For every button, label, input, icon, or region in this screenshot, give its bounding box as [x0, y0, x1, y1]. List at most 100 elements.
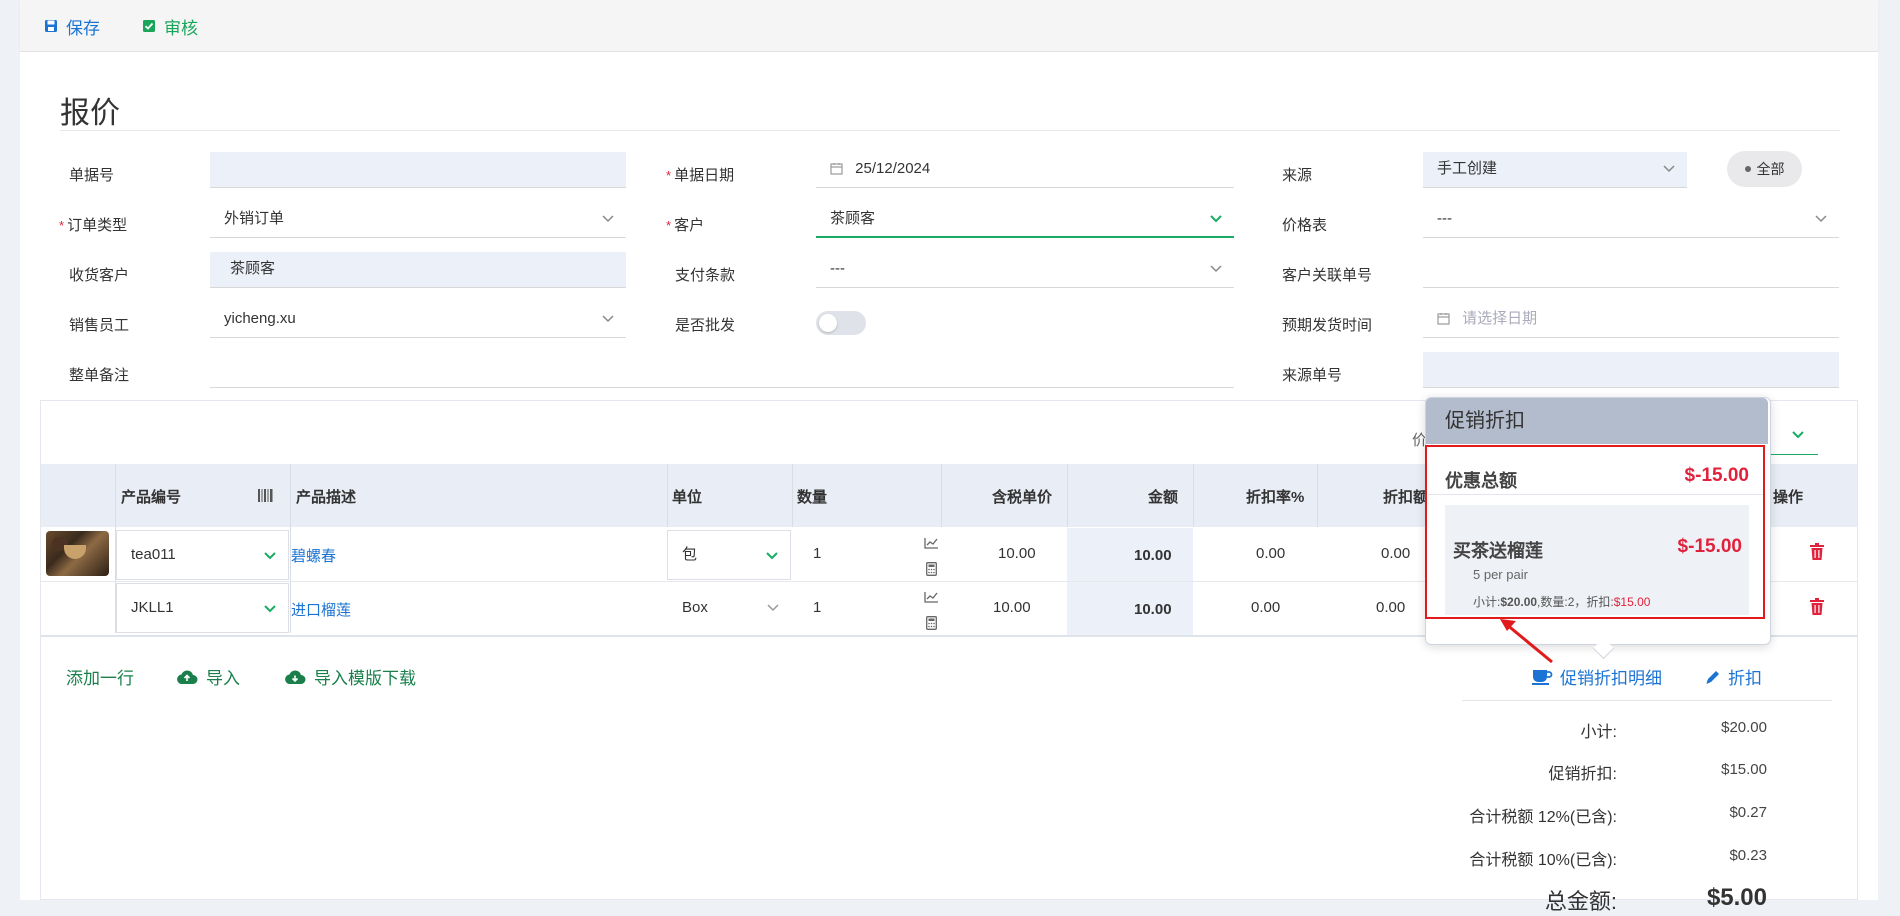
tax10-label: 合计税额 10%(已含):	[1469, 852, 1617, 869]
promo-discount-value: $15.00	[1721, 761, 1767, 778]
chevron-down-icon	[1210, 215, 1222, 223]
tax10-value: $0.23	[1729, 847, 1767, 864]
disc-rate-value[interactable]: 0.00	[1251, 599, 1280, 616]
chevron-down-icon	[264, 605, 276, 613]
import-button[interactable]: 导入	[176, 664, 240, 689]
chevron-down-icon	[766, 552, 778, 560]
product-desc-link[interactable]: 碧螺春	[291, 545, 336, 566]
add-row-button[interactable]: 添加一行	[66, 664, 134, 689]
promo-item-name: 买茶送榴莲	[1453, 541, 1543, 561]
trash-icon[interactable]	[1810, 543, 1824, 560]
doc-no-label: 单据号	[69, 167, 115, 184]
popover-divider	[1428, 494, 1763, 495]
chevron-down-icon	[264, 552, 276, 560]
payment-terms-label: 支付条款	[675, 267, 736, 284]
cloud-download-icon	[285, 669, 306, 684]
template-download-label: 导入模版下载	[314, 669, 416, 688]
detail-discount: $15.00	[1613, 595, 1651, 609]
source-value: 手工创建	[1437, 160, 1498, 177]
price-list-select[interactable]: ---	[1423, 202, 1839, 238]
unit-value: 包	[682, 546, 698, 563]
total-value: $5.00	[1706, 884, 1767, 911]
trend-chart-icon[interactable]	[924, 537, 939, 549]
product-code-select[interactable]: JKLL1	[116, 583, 289, 633]
tax12-label: 合计税额 12%(已含):	[1469, 809, 1617, 826]
order-type-label: * 订单类型	[59, 216, 127, 236]
discount-button[interactable]: 折扣	[1705, 664, 1762, 689]
chevron-down-icon	[1210, 265, 1222, 273]
calculator-icon[interactable]	[926, 562, 937, 576]
promo-detail-button[interactable]: 促销折扣明细	[1532, 664, 1662, 689]
col-divider	[1317, 464, 1318, 527]
payment-terms-select[interactable]: ---	[816, 252, 1234, 288]
wholesale-toggle[interactable]	[816, 311, 866, 335]
qty-value[interactable]: 1	[813, 599, 821, 616]
unit-price-value[interactable]: 10.00	[998, 545, 1036, 562]
title-divider	[60, 130, 1840, 131]
col-divider	[667, 464, 668, 527]
cust-ref-label: 客户关联单号	[1282, 267, 1373, 284]
audit-button[interactable]: 审核	[142, 14, 198, 38]
expected-ship-placeholder: 请选择日期	[1462, 310, 1538, 327]
customer-label: * 客户	[666, 216, 704, 236]
calculator-icon[interactable]	[926, 616, 937, 630]
product-code-select[interactable]: tea011	[116, 530, 289, 580]
required-mark: *	[59, 218, 65, 233]
toggle-knob	[819, 314, 837, 332]
promo-item-value: $-15.00	[1677, 536, 1742, 557]
header-disc-rate: 折扣率%	[1246, 489, 1305, 506]
doc-date-field[interactable]: 25/12/2024	[816, 152, 1234, 188]
qty-value[interactable]: 1	[813, 545, 821, 562]
required-mark: *	[666, 168, 672, 183]
doc-date-label-text: 单据日期	[674, 167, 735, 184]
header-ops: 操作	[1773, 489, 1804, 506]
promo-item-detail: 小计:$20.00,数量:2，折扣:$15.00	[1473, 593, 1650, 610]
source-label: 来源	[1282, 167, 1313, 184]
payment-terms-value: ---	[830, 260, 845, 277]
customer-select[interactable]: 茶顾客	[816, 202, 1234, 238]
promo-total-label: 优惠总额	[1445, 471, 1517, 491]
doc-no-field[interactable]	[210, 152, 626, 188]
filter-all-pill[interactable]: 全部	[1727, 151, 1802, 187]
price-list-value: ---	[1437, 210, 1452, 227]
checkbox-icon	[143, 20, 155, 32]
dot-icon	[1744, 166, 1751, 172]
save-icon	[45, 20, 57, 32]
discount-label: 折扣	[1728, 669, 1762, 688]
import-label: 导入	[206, 669, 240, 688]
promo-discount-label: 促销折扣:	[1548, 766, 1617, 783]
barcode-icon[interactable]	[258, 489, 274, 502]
subtotal-value: $20.00	[1721, 719, 1767, 736]
save-button[interactable]: 保存	[44, 14, 100, 38]
detail-qty: ,数量:2，折扣:	[1537, 595, 1614, 609]
audit-label: 审核	[164, 18, 198, 38]
chevron-down-icon[interactable]	[767, 604, 779, 612]
product-desc-link[interactable]: 进口榴莲	[291, 599, 351, 620]
coffee-cup-icon	[1532, 669, 1553, 685]
order-type-select[interactable]: 外销订单	[210, 202, 626, 238]
disc-amt-value[interactable]: 0.00	[1381, 545, 1410, 562]
cust-ref-field[interactable]	[1423, 252, 1839, 288]
source-no-field[interactable]	[1423, 352, 1839, 388]
template-download-button[interactable]: 导入模版下载	[284, 664, 416, 689]
unit-select[interactable]: 包	[667, 530, 791, 580]
salesperson-select[interactable]: yicheng.xu	[210, 302, 626, 338]
pencil-icon	[1706, 670, 1719, 684]
source-select[interactable]: 手工创建	[1423, 152, 1687, 188]
chevron-down-icon	[1815, 215, 1827, 223]
disc-amt-value[interactable]: 0.00	[1376, 599, 1405, 616]
expected-ship-field[interactable]: 请选择日期	[1423, 302, 1839, 338]
unit-price-value[interactable]: 10.00	[993, 599, 1031, 616]
disc-rate-value[interactable]: 0.00	[1256, 545, 1285, 562]
note-field[interactable]	[210, 352, 1234, 388]
trend-chart-icon[interactable]	[924, 591, 939, 603]
tax12-value: $0.27	[1729, 804, 1767, 821]
cloud-upload-icon	[177, 669, 198, 684]
trash-icon[interactable]	[1810, 598, 1824, 615]
unit-value[interactable]: Box	[682, 599, 708, 616]
product-code-value: tea011	[131, 546, 176, 563]
ship-customer-field[interactable]: 茶顾客	[210, 252, 626, 288]
total-label: 总金额:	[1544, 889, 1617, 914]
summary-divider	[1462, 700, 1832, 701]
product-thumbnail	[46, 531, 109, 576]
